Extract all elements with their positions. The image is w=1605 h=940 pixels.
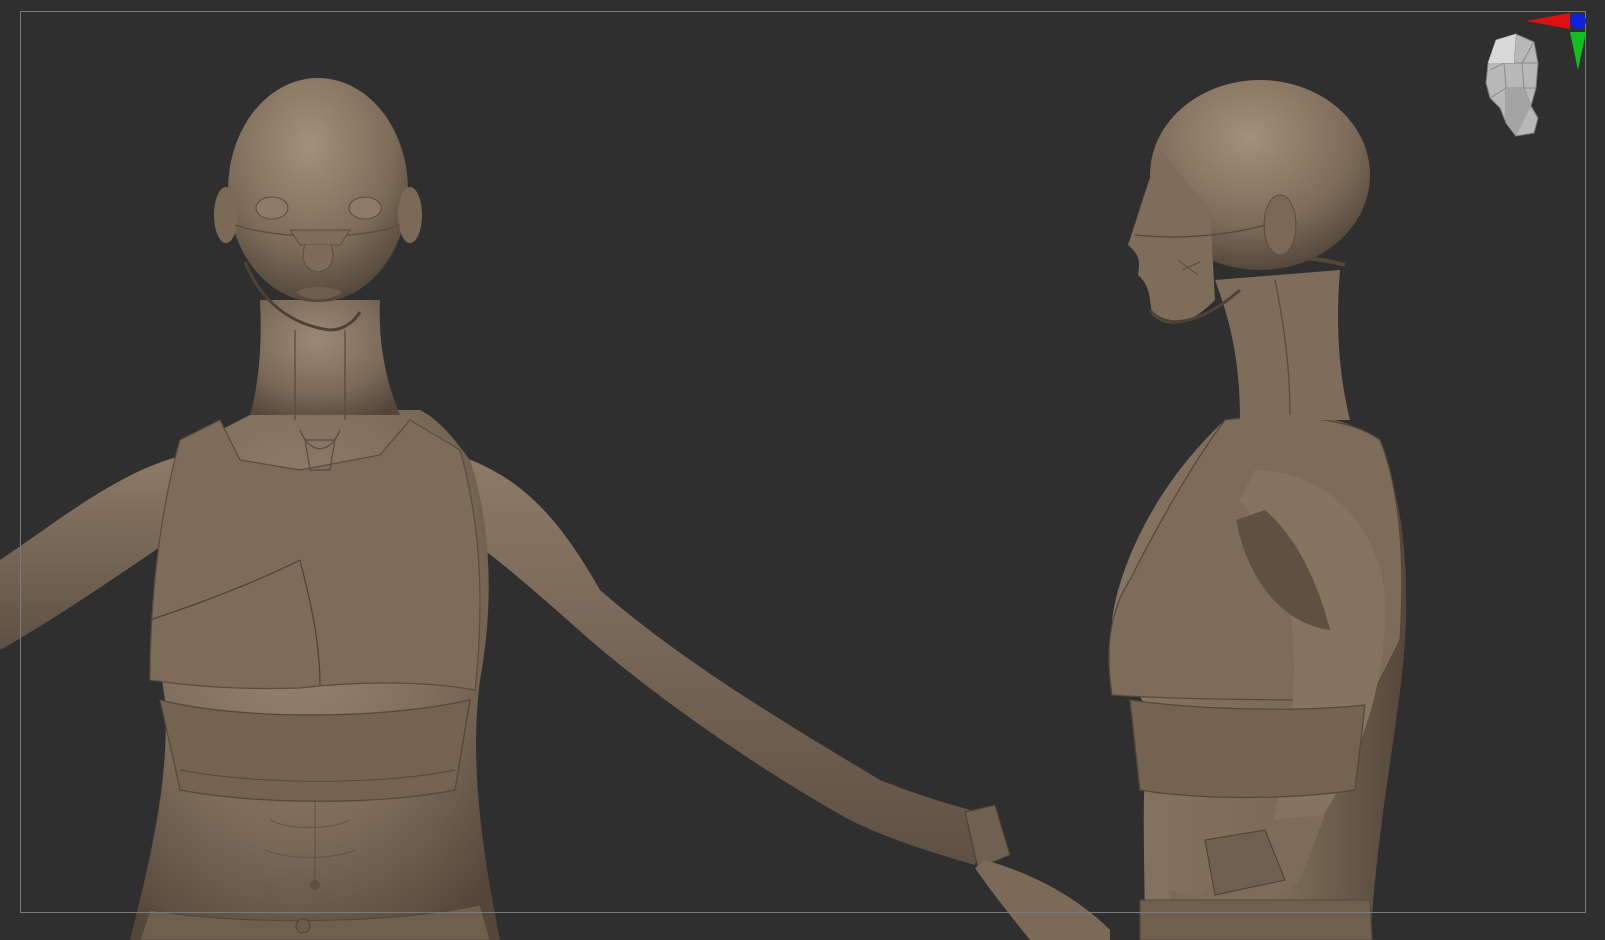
gizmo-y-axis[interactable]	[1570, 32, 1586, 70]
gizmo-x-axis[interactable]	[1526, 13, 1570, 29]
gizmo-z-axis[interactable]	[1570, 13, 1586, 29]
gizmo-head-mesh	[1485, 33, 1539, 137]
document-canvas-frame	[20, 11, 1586, 913]
head-orientation-icon[interactable]	[1476, 8, 1601, 138]
3d-viewport-canvas[interactable]	[0, 0, 1605, 940]
